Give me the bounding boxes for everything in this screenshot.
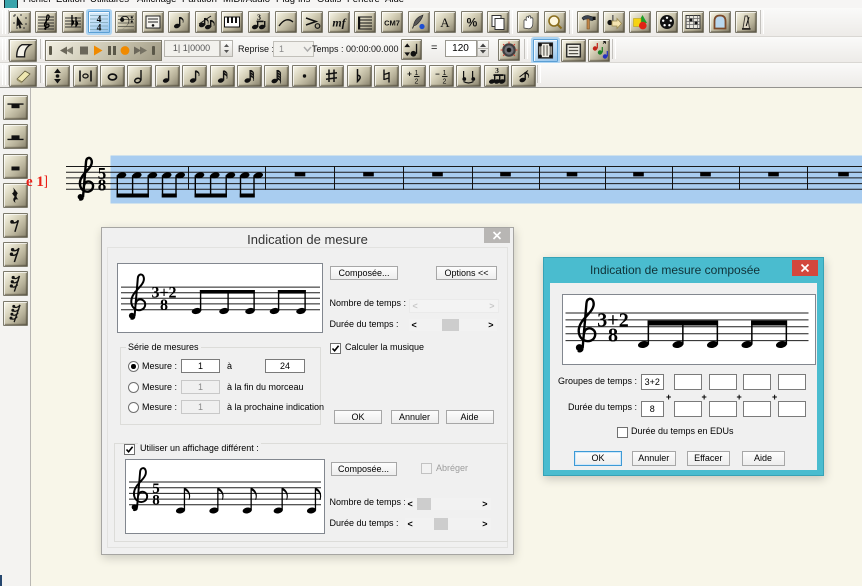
svg-text:8: 8	[98, 176, 107, 195]
svg-text:–: –	[435, 69, 440, 78]
svg-text:8: 8	[608, 325, 618, 347]
svg-text:CM7: CM7	[384, 18, 400, 27]
svg-text:2: 2	[415, 78, 419, 85]
svg-text:3: 3	[495, 66, 499, 75]
svg-text:8: 8	[152, 492, 160, 508]
svg-text:A: A	[440, 15, 450, 30]
svg-text:1: 1	[415, 70, 419, 77]
svg-text:1: 1	[442, 70, 446, 77]
svg-text:+: +	[408, 69, 413, 78]
svg-text:2: 2	[442, 78, 446, 85]
svg-text:4: 4	[97, 23, 102, 32]
svg-text:8: 8	[160, 296, 168, 313]
svg-text:%: %	[466, 15, 477, 29]
svg-text:mf: mf	[332, 15, 346, 29]
